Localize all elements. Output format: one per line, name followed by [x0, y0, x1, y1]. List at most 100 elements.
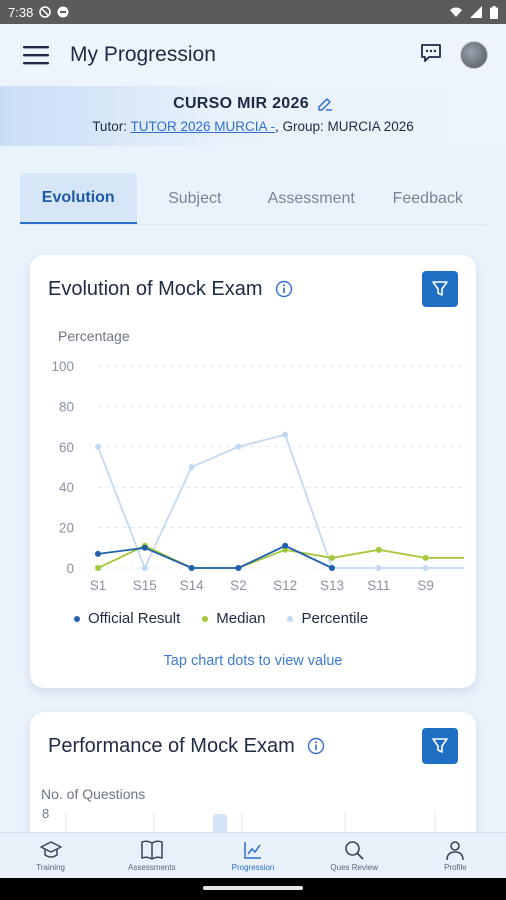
- data-point[interactable]: [235, 565, 242, 571]
- legend-item[interactable]: Percentile: [287, 610, 368, 627]
- data-point[interactable]: [95, 550, 101, 557]
- legend-item[interactable]: Official Result: [74, 610, 180, 627]
- page-title: My Progression: [70, 43, 216, 66]
- tutor-prefix: Tutor:: [92, 119, 131, 134]
- filter-button[interactable]: [422, 728, 458, 764]
- nav-label: Training: [36, 863, 65, 872]
- legend-label: Median: [216, 610, 266, 627]
- nav-label: Profile: [444, 863, 467, 872]
- y-tick-label: 20: [59, 521, 74, 536]
- filter-icon: [432, 738, 448, 753]
- data-point[interactable]: [375, 565, 382, 571]
- data-point[interactable]: [95, 443, 101, 450]
- x-tick-label: S12: [273, 578, 297, 593]
- chart-ylabel: Percentage: [58, 328, 130, 344]
- data-point[interactable]: [188, 565, 195, 571]
- y-tick-label: 40: [59, 480, 74, 495]
- tab-assessment[interactable]: Assessment: [253, 173, 370, 224]
- group-text: , Group: MURCIA 2026: [275, 119, 414, 134]
- nav-training[interactable]: Training: [0, 833, 101, 878]
- chat-icon: [421, 43, 441, 62]
- battery-icon: [490, 5, 498, 19]
- signal-icon: [470, 6, 482, 18]
- filter-icon: [432, 281, 448, 296]
- x-tick-label: S2: [230, 578, 247, 593]
- data-point[interactable]: [141, 565, 148, 571]
- tab-feedback[interactable]: Feedback: [370, 173, 487, 224]
- tab-subject[interactable]: Subject: [137, 173, 254, 224]
- hamburger-icon: [23, 46, 49, 65]
- nav-label: Assessments: [128, 863, 176, 872]
- data-point[interactable]: [188, 464, 195, 470]
- nav-assessments[interactable]: Assessments: [101, 833, 202, 878]
- data-point[interactable]: [95, 565, 101, 571]
- legend-marker: [74, 615, 80, 622]
- messages-button[interactable]: [420, 42, 442, 69]
- evolution-card-title: Evolution of Mock Exam: [48, 277, 263, 300]
- legend-label: Percentile: [301, 610, 369, 627]
- nav-profile[interactable]: Profile: [405, 833, 506, 878]
- book-icon: [141, 840, 163, 860]
- chart-icon: [244, 842, 261, 859]
- data-point[interactable]: [422, 554, 429, 561]
- data-point[interactable]: [235, 443, 242, 450]
- data-point[interactable]: [141, 544, 148, 551]
- menu-button[interactable]: [18, 37, 54, 73]
- dnd-icon: [39, 6, 52, 18]
- series-line: [97, 544, 333, 569]
- system-gesture-bar: [0, 878, 506, 900]
- legend-item[interactable]: Median: [202, 610, 265, 627]
- evolution-card: Evolution of Mock Exam Percentage 0 20 40 60…: [30, 255, 476, 688]
- y-tick-label: 80: [59, 399, 74, 414]
- info-icon[interactable]: [275, 280, 293, 298]
- evolution-card-header: Evolution of Mock Exam: [30, 255, 476, 323]
- avatar[interactable]: [460, 41, 488, 69]
- x-tick-label: S9: [417, 578, 434, 593]
- tab-evolution[interactable]: Evolution: [20, 173, 137, 224]
- course-tutor-line: Tutor: TUTOR 2026 MURCIA -, Group: MURCI…: [0, 119, 506, 134]
- performance-ylabel: No. of Questions: [41, 786, 146, 802]
- y-tick-label: 100: [51, 359, 74, 374]
- x-tick-label: S11: [367, 578, 390, 593]
- filter-button[interactable]: [422, 271, 458, 307]
- home-indicator[interactable]: [203, 886, 303, 890]
- course-title: CURSO MIR 2026: [173, 95, 309, 112]
- y-tick-label: 0: [66, 561, 74, 576]
- legend-label: Official Result: [88, 610, 181, 627]
- person-icon: [446, 841, 465, 861]
- legend-marker: [287, 615, 294, 622]
- data-point[interactable]: [375, 546, 382, 553]
- x-tick-label: S15: [133, 578, 157, 593]
- y-tick-label: 60: [59, 440, 74, 455]
- info-icon[interactable]: [307, 737, 325, 755]
- data-point[interactable]: [422, 565, 429, 571]
- nav-progression[interactable]: Progression: [202, 833, 303, 878]
- edit-icon[interactable]: [317, 96, 333, 112]
- tab-bar: Evolution Subject Assessment Feedback: [20, 173, 486, 225]
- status-time: 7:38: [8, 4, 34, 20]
- tutor-link[interactable]: TUTOR 2026 MURCIA -: [130, 119, 275, 134]
- data-point[interactable]: [282, 431, 289, 438]
- evolution-chart[interactable]: Percentage 0 20 40 60 80 100 S1 S15 S14 S2 S12 S13 S1…: [30, 315, 476, 605]
- series-line: [97, 544, 464, 569]
- app-bar: My Progression: [0, 24, 506, 86]
- performance-card-title: Performance of Mock Exam: [48, 734, 295, 757]
- data-point[interactable]: [329, 554, 335, 561]
- x-tick-label: S13: [320, 578, 344, 593]
- course-title-row: CURSO MIR 2026: [0, 95, 506, 113]
- search-icon: [345, 841, 364, 860]
- status-bar: 7:38: [0, 0, 506, 24]
- chart-hint: Tap chart dots to view value: [163, 653, 343, 669]
- nav-label: Ques Review: [330, 863, 378, 872]
- app-notification-icon: [57, 6, 69, 18]
- graduation-cap-icon: [39, 841, 62, 858]
- nav-label: Progression: [231, 863, 275, 872]
- x-tick-label: S1: [90, 578, 107, 593]
- legend-marker: [202, 615, 209, 622]
- nav-ques-review[interactable]: Ques Review: [304, 833, 405, 878]
- data-point[interactable]: [282, 542, 289, 549]
- bottom-nav: Training Assessments Progression Ques Re…: [0, 832, 506, 878]
- data-point[interactable]: [329, 565, 335, 571]
- course-banner: CURSO MIR 2026 Tutor: TUTOR 2026 MURCIA …: [0, 86, 506, 146]
- performance-card-header: Performance of Mock Exam: [30, 712, 476, 780]
